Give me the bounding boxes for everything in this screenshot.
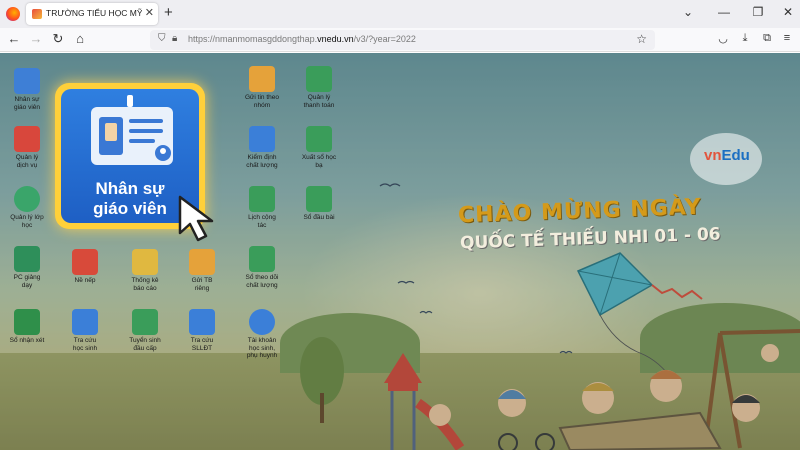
app-label: PC giảng dạy xyxy=(13,274,41,289)
forward-icon[interactable]: → xyxy=(28,31,44,46)
app-label: Nề nếp xyxy=(74,277,96,284)
calendar-icon xyxy=(249,186,275,212)
bell-icon xyxy=(249,66,275,92)
tab-active[interactable]: TRƯỜNG TIỂU HỌC MỸ AN HƯ ✕ xyxy=(26,3,158,25)
app-icon-tai-khoan[interactable]: Tài khoản học sinh, phụ huynh xyxy=(235,309,289,360)
reload-icon[interactable]: ↻ xyxy=(50,31,66,47)
browser-logo-icon[interactable] xyxy=(6,7,20,21)
cursor-pointer-icon xyxy=(178,195,214,242)
app-label: Tra cứu SLLĐT xyxy=(190,337,214,352)
page-content: vnEdu CHÀO MỪNG NGÀY QUỐC TẾ THIẾU NHI 0… xyxy=(0,53,800,450)
app-label: Tra cứu học sinh xyxy=(72,337,98,352)
teaching-icon xyxy=(14,246,40,272)
url-domain: vnedu.vn xyxy=(317,34,354,44)
logo-part-edu: Edu xyxy=(721,147,750,164)
url-prefix: https://nmanmomasgddongthap. xyxy=(188,34,318,44)
app-icon-kiem-dinh[interactable]: Kiểm định chất lượng xyxy=(235,126,289,169)
chevron-down-icon[interactable]: ⌄ xyxy=(680,5,696,19)
payment-icon xyxy=(306,66,332,92)
app-icon-nhan-su[interactable]: Nhân sự giáo viên xyxy=(0,68,54,111)
app-label: Tuyển sinh đầu cấp xyxy=(129,337,161,352)
app-label: Xuất sổ học bạ xyxy=(301,154,337,169)
app-icon-so-nhan-xet[interactable]: Sổ nhận xét xyxy=(0,309,54,345)
app-icon-xuat-so-hoc-ba[interactable]: Xuất sổ học bạ xyxy=(292,126,346,169)
app-icon-so-dau-bai[interactable]: Sổ đầu bài xyxy=(292,186,346,222)
app-icon-lich-cong-tac[interactable]: Lịch cộng tác xyxy=(235,186,289,229)
app-icon-tra-cuu-hoc-sinh[interactable]: Tra cứu học sinh xyxy=(58,309,112,352)
url-text[interactable]: https://nmanmomasgddongthap.vnedu.vn/v3/… xyxy=(188,34,416,44)
app-label: Tài khoản học sinh, phụ huynh xyxy=(246,337,278,359)
tab-favicon-icon xyxy=(32,9,42,19)
url-bar[interactable]: ⛉ 🔒︎ https://nmanmomasgddongthap.vnedu.v… xyxy=(150,30,655,50)
app-label: Thống kê báo cáo xyxy=(131,277,159,292)
pocket-icon[interactable]: ◡ xyxy=(716,32,730,45)
url-suffix: /v3/?year=2022 xyxy=(353,34,416,44)
app-label: Sổ đầu bài xyxy=(303,214,335,221)
app-icon-pc-giang-day[interactable]: PC giảng dạy xyxy=(0,246,54,289)
restore-button[interactable]: ❐ xyxy=(750,5,766,19)
search-student-icon xyxy=(72,309,98,335)
new-tab-button[interactable]: + xyxy=(164,4,173,21)
home-icon[interactable]: ⌂ xyxy=(72,31,88,46)
notebook-icon xyxy=(14,309,40,335)
app-icon-quan-ly-lop-hoc[interactable]: Quản lý lớp học xyxy=(0,186,54,229)
tab-bar: TRƯỜNG TIỂU HỌC MỸ AN HƯ ✕ + ⌄ — ❐ ✕ xyxy=(0,0,800,28)
id-card-icon xyxy=(14,68,40,94)
navigation-bar: ← → ↻ ⌂ ⛉ 🔒︎ https://nmanmomasgddongthap… xyxy=(0,28,800,52)
app-label: Gửi TB riêng xyxy=(191,277,213,292)
extensions-icon[interactable]: ⧉ xyxy=(760,32,774,45)
window-close-button[interactable]: ✕ xyxy=(780,5,796,19)
app-label: Sổ theo dõi chất lượng xyxy=(245,274,279,289)
vnedu-logo: vnEdu xyxy=(690,133,762,185)
app-icon-ne-nep[interactable]: Nề nếp xyxy=(58,249,112,285)
back-icon[interactable]: ← xyxy=(6,31,22,46)
tab-title: TRƯỜNG TIỂU HỌC MỸ AN HƯ xyxy=(46,8,142,18)
app-icon-gui-tb-rieng[interactable]: Gửi TB riêng xyxy=(175,249,229,292)
bell-icon xyxy=(189,249,215,275)
shield-icon[interactable]: ⛉ xyxy=(158,33,166,44)
app-label: Nhân sự giáo viên xyxy=(13,96,41,111)
download-icon[interactable]: ⤓ xyxy=(738,32,752,45)
classroom-icon xyxy=(14,186,40,212)
logbook-icon xyxy=(306,186,332,212)
monitor-icon xyxy=(249,126,275,152)
warning-icon xyxy=(72,249,98,275)
enrollment-icon xyxy=(132,309,158,335)
bookmark-star-icon[interactable]: ☆ xyxy=(636,32,647,46)
store-icon xyxy=(14,126,40,152)
menu-icon[interactable]: ≡ xyxy=(780,32,794,44)
minimize-button[interactable]: — xyxy=(716,5,732,19)
user-account-icon xyxy=(249,309,275,335)
app-label: Lịch cộng tác xyxy=(248,214,276,229)
app-icon-gui-tin-nhom[interactable]: Gửi tin theo nhóm xyxy=(235,66,289,109)
lock-icon[interactable]: 🔒︎ xyxy=(172,33,177,44)
search-book-icon xyxy=(189,309,215,335)
app-label: Kiểm định chất lượng xyxy=(246,154,278,169)
export-book-icon xyxy=(306,126,332,152)
app-icon-so-theo-doi[interactable]: Sổ theo dõi chất lượng xyxy=(235,246,289,289)
app-icon-quan-ly-dich-vu[interactable]: Quản lý dịch vụ xyxy=(0,126,54,169)
chart-icon xyxy=(132,249,158,275)
app-label: Quản lý lớp học xyxy=(10,214,44,229)
app-icon-tra-cuu-sllđt[interactable]: Tra cứu SLLĐT xyxy=(175,309,229,352)
app-label: Gửi tin theo nhóm xyxy=(245,94,279,109)
id-badge-icon xyxy=(91,95,173,165)
close-icon[interactable]: ✕ xyxy=(145,6,154,19)
logo-part-vn: vn xyxy=(704,147,722,164)
app-icon-thong-ke[interactable]: Thống kê báo cáo xyxy=(118,249,172,292)
trend-chart-icon xyxy=(249,246,275,272)
app-icon-tuyen-sinh[interactable]: Tuyển sinh đầu cấp xyxy=(118,309,172,352)
app-label: Quản lý thanh toán xyxy=(303,94,335,109)
app-label: Quản lý dịch vụ xyxy=(15,154,39,169)
app-label: Sổ nhận xét xyxy=(9,337,45,344)
app-icon-quan-ly-thanh-toan[interactable]: Quản lý thanh toán xyxy=(292,66,346,109)
